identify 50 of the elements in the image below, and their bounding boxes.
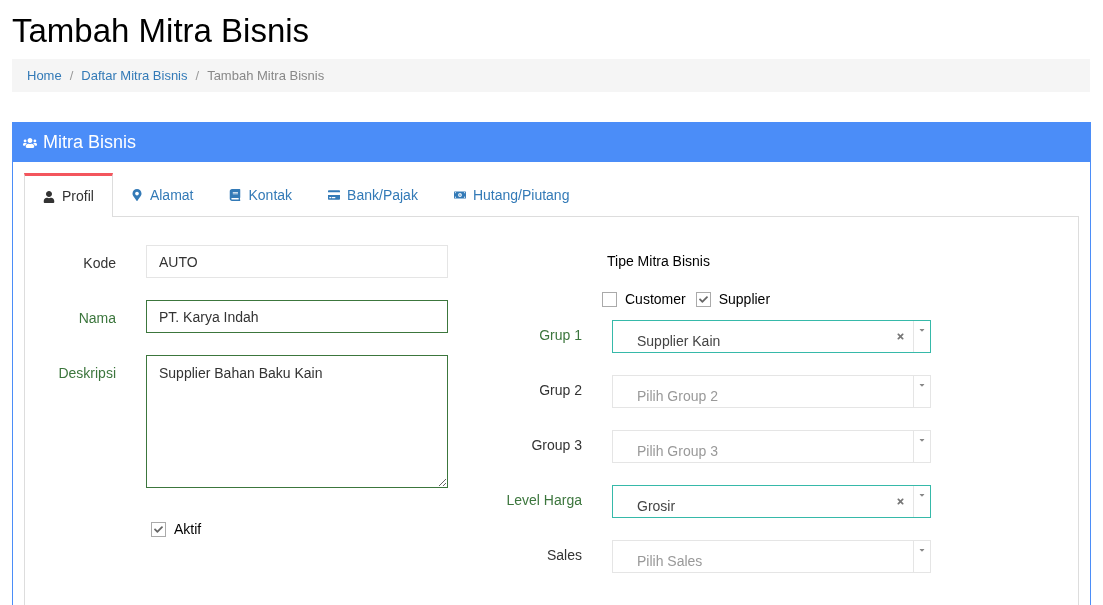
caret-icon (918, 491, 926, 499)
checkbox-label: Aktif (174, 520, 202, 539)
check-icon (154, 525, 163, 534)
field-label: Level Harga (505, 491, 582, 510)
field-label: Grup 1 (538, 326, 582, 345)
field-label: Grup 2 (538, 381, 582, 400)
checkbox-label: Supplier (718, 289, 771, 309)
field-label: Group 3 (530, 436, 582, 455)
breadcrumb-link[interactable]: Home (27, 65, 62, 86)
panel-title: Mitra Bisnis (43, 131, 136, 154)
field-label: Sales (545, 546, 582, 565)
checkbox[interactable] (695, 291, 711, 307)
users-icon (23, 135, 37, 150)
tab[interactable]: Hutang/Piutang (435, 173, 588, 217)
section-label: Tipe Mitra Bisnis (607, 252, 710, 271)
field-label: Deskripsi (57, 364, 116, 383)
breadcrumb-link[interactable]: Daftar Mitra Bisnis (81, 65, 188, 86)
tab[interactable]: Alamat (112, 173, 212, 217)
user-icon (43, 190, 55, 203)
select-field[interactable]: Pilih Sales (612, 540, 931, 573)
checkbox[interactable] (151, 522, 166, 537)
select-field[interactable]: Grosir (612, 485, 931, 518)
book-icon (229, 189, 242, 201)
text-field[interactable]: AUTO (146, 245, 448, 278)
caret-icon (918, 326, 926, 334)
select-field[interactable]: Supplier Kain (612, 320, 931, 353)
caret-icon (918, 381, 926, 389)
tab[interactable]: Profil (24, 173, 113, 217)
description-field[interactable]: Supplier Bahan Baku Kain (146, 355, 448, 488)
clear-icon[interactable] (896, 332, 905, 341)
check-icon (698, 294, 708, 304)
banknote-icon (453, 189, 466, 201)
credit-card-icon (328, 189, 341, 201)
field-label: Nama (77, 309, 116, 328)
select-field[interactable]: Pilih Group 3 (612, 430, 931, 463)
tab[interactable]: Kontak (211, 173, 311, 217)
caret-icon (918, 436, 926, 444)
breadcrumb-separator: / (68, 66, 75, 85)
checkbox[interactable] (602, 291, 617, 307)
tab[interactable]: Bank/Pajak (310, 173, 436, 217)
select-field[interactable]: Pilih Group 2 (612, 375, 931, 408)
map-pin-icon (130, 189, 143, 201)
breadcrumb-current: Tambah Mitra Bisnis (207, 66, 325, 85)
page-title: Tambah Mitra Bisnis (12, 11, 311, 51)
breadcrumb-separator: / (194, 66, 201, 85)
caret-icon (918, 546, 926, 554)
checkbox-label: Customer (625, 289, 686, 309)
text-field[interactable]: PT. Karya Indah (146, 300, 448, 333)
clear-icon[interactable] (896, 497, 905, 506)
field-label: Kode (82, 254, 116, 273)
